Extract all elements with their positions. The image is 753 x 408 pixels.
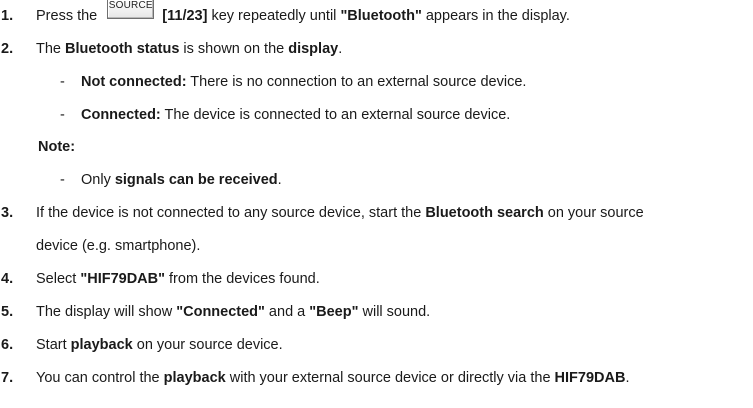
step-number: 1. (1, 8, 14, 24)
key-reference: [11/23] (162, 8, 208, 24)
instruction-page: 1. Press the SOURCE [11/23] key repeatedl… (0, 0, 753, 408)
text-run: will sound. (358, 304, 431, 320)
status-item-text: Not connected: There is no connection to… (81, 72, 526, 92)
text-run: from the devices found. (165, 271, 320, 287)
status-item-text: Connected: The device is connected to an… (81, 105, 510, 125)
text-run: The display will show (36, 304, 177, 320)
step-text: If the device is not connected to any so… (36, 203, 644, 223)
bold-term: signals can be received (114, 172, 278, 188)
device-name: "HIF79DAB" (80, 271, 165, 287)
text-run: If the device is not connected to any so… (36, 205, 426, 221)
step-text: The Bluetooth status is shown on the dis… (36, 39, 342, 59)
bullet-dash: - (60, 107, 65, 123)
text-run: There is no connection to an external so… (186, 74, 527, 90)
step-number: 6. (1, 337, 14, 353)
text-run: Only (81, 172, 115, 188)
bold-term: playback (163, 370, 226, 386)
step-text: The display will show "Connected" and a … (36, 302, 430, 322)
bold-term: playback (70, 337, 133, 353)
note-text: Only signals can be received. (81, 170, 282, 190)
text-run: Select (36, 271, 81, 287)
display-term: "Bluetooth" (340, 8, 422, 24)
text-run: key repeatedly until (207, 8, 341, 24)
status-term: Not connected: (81, 74, 187, 90)
step-text: device (e.g. smartphone). (36, 238, 201, 254)
text-run: Start (36, 337, 71, 353)
bold-term: display (288, 41, 339, 57)
text-run: appears in the display. (421, 8, 570, 24)
step-text: You can control the playback with your e… (36, 368, 629, 388)
source-key-icon: SOURCE (107, 0, 155, 19)
device-name: HIF79DAB (554, 370, 626, 386)
step-number: 4. (1, 271, 14, 287)
bullet-dash: - (60, 74, 65, 90)
text-run: . (338, 41, 343, 57)
text-run: and a (264, 304, 310, 320)
step-text: Start playback on your source device. (36, 335, 283, 355)
bold-term: "Beep" (309, 304, 359, 320)
bold-term: Bluetooth search (425, 205, 544, 221)
text-run: The (36, 41, 66, 57)
status-term: Connected: (81, 107, 161, 123)
text-run: on your source device. (132, 337, 283, 353)
step-number: 2. (1, 41, 14, 57)
bold-term: "Connected" (176, 304, 265, 320)
step-number: 7. (1, 370, 14, 386)
bullet-dash: - (60, 172, 65, 188)
bold-term: Bluetooth status (65, 41, 180, 57)
step-text: Press the SOURCE [11/23] key repeatedly u… (36, 0, 570, 26)
text-run: is shown on the (179, 41, 289, 57)
step-number: 5. (1, 304, 14, 320)
text-run: on your source (543, 205, 644, 221)
text-run: The device is connected to an external s… (160, 107, 511, 123)
text-run: Press the (36, 8, 102, 24)
note-label: Note: (38, 139, 76, 155)
step-number: 3. (1, 205, 14, 221)
text-run: with your external source device or dire… (225, 370, 555, 386)
text-run: . (277, 172, 282, 188)
text-run: You can control the (36, 370, 164, 386)
step-text: Select "HIF79DAB" from the devices found… (36, 269, 320, 289)
text-run: . (625, 370, 630, 386)
